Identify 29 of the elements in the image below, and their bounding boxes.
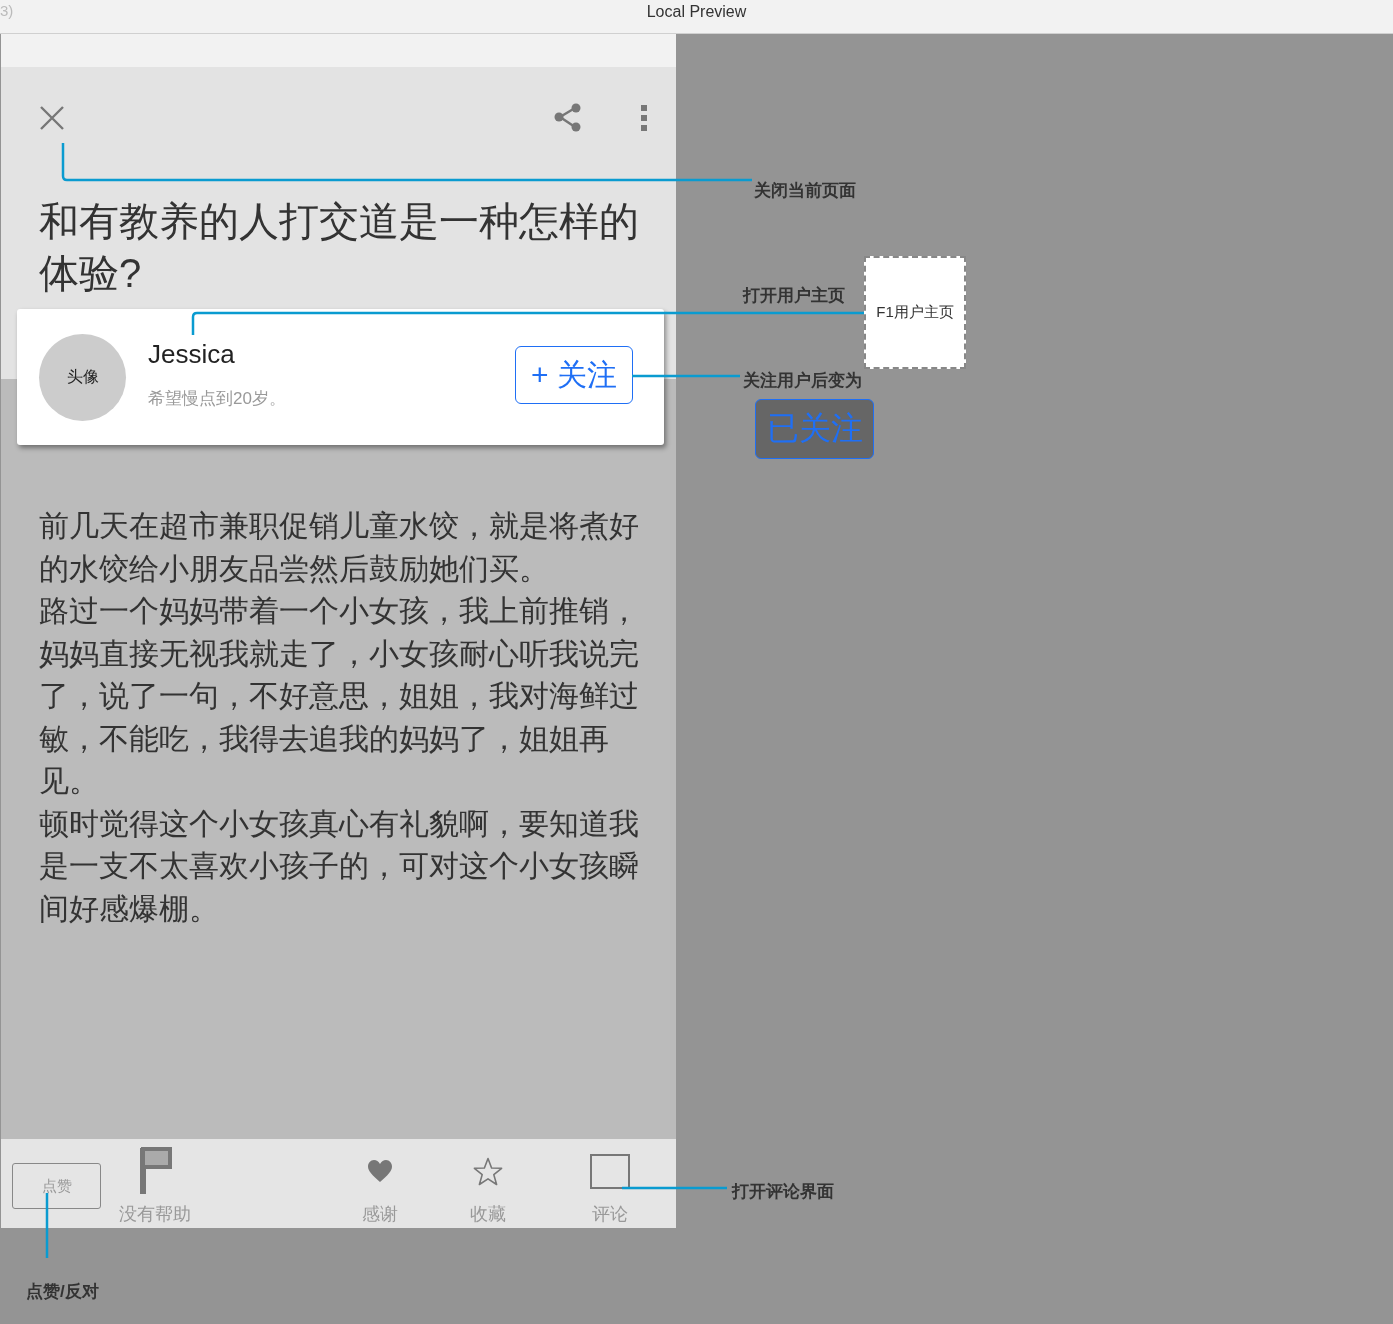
heart-icon bbox=[368, 1160, 392, 1182]
author-name[interactable]: Jessica bbox=[148, 338, 286, 370]
share-icon[interactable] bbox=[553, 103, 581, 132]
more-icon[interactable] bbox=[641, 105, 647, 131]
annotation-note: 关闭当前页面 bbox=[754, 180, 856, 202]
question-title: 和有教养的人打交道是一种怎样的体验? bbox=[38, 198, 640, 297]
annotation-note: 点赞/反对 bbox=[26, 1281, 99, 1303]
answer-paragraph: 顿时觉得这个小女孩真心有礼貌啊，要知道我是一支不太喜欢小孩子的，可对这个小女孩瞬间好感爆棚。 bbox=[39, 805, 640, 927]
followed-button-sample: 已关注 bbox=[755, 399, 874, 459]
close-icon[interactable] bbox=[39, 105, 65, 131]
follow-button[interactable]: + 关注 bbox=[515, 346, 633, 404]
action-button[interactable]: 没有帮助 bbox=[101, 1139, 209, 1227]
action-button[interactable]: 评论 bbox=[556, 1139, 664, 1227]
action-button[interactable]: 收藏 bbox=[434, 1139, 542, 1227]
leader-line bbox=[45, 1193, 49, 1258]
flag-icon bbox=[138, 1147, 172, 1195]
answer-paragraph: 前几天在超市兼职促销儿童水饺，就是将煮好的水饺给小朋友品尝然后鼓励她们买。 bbox=[39, 508, 640, 587]
author-bio: 希望慢点到20岁。 bbox=[148, 387, 286, 410]
annotation-note: 打开评论界面 bbox=[732, 1181, 834, 1203]
square-icon bbox=[590, 1153, 630, 1189]
window-title: Local Preview bbox=[646, 2, 747, 22]
star-icon bbox=[473, 1156, 503, 1186]
page-link-note: F1用户主页 bbox=[864, 256, 966, 369]
action-button[interactable]: 感谢 bbox=[326, 1139, 434, 1227]
avatar-placeholder[interactable]: 头像 bbox=[39, 333, 126, 421]
annotation-note: 关注用户后变为 bbox=[743, 370, 862, 392]
answer-paragraph: 路过一个妈妈带着一个小女孩，我上前推销，妈妈直接无视我就走了，小女孩耐心听我说完了，说了一句，不好意思，姐姐，我对海鲜过敏，不能吃，我得去追我的妈妈了，姐姐再见。 bbox=[39, 593, 640, 799]
annotation-note: 打开用户主页 bbox=[743, 285, 845, 307]
like-button[interactable]: 点赞 bbox=[12, 1163, 101, 1209]
